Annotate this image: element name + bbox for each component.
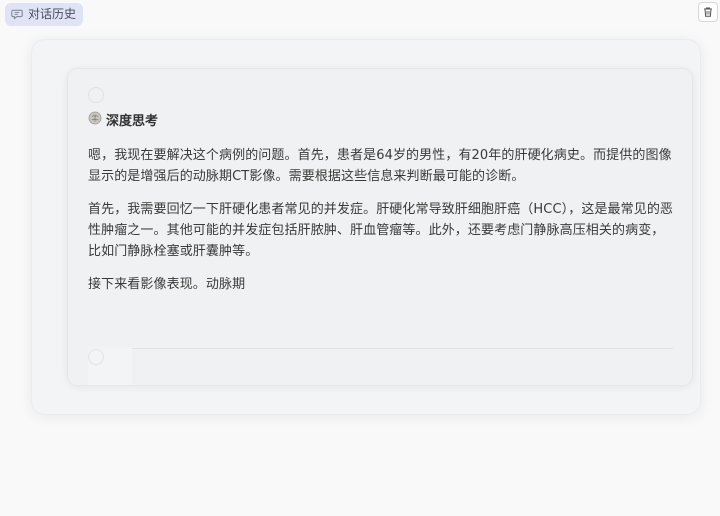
thinking-content: 嗯，我现在要解决这个病例的问题。首先，患者是64岁的男性，有20年的肝硬化病史。…: [88, 145, 674, 307]
thinking-card: 深度思考 嗯，我现在要解决这个病例的问题。首先，患者是64岁的男性，有20年的肝…: [67, 68, 693, 386]
thinking-paragraph: 嗯，我现在要解决这个病例的问题。首先，患者是64岁的男性，有20年的肝硬化病史。…: [88, 148, 672, 184]
placeholder-circle: [88, 87, 104, 103]
chat-history-label: 对话历史: [28, 7, 77, 21]
placeholder-circle: [88, 349, 104, 365]
thinking-title: 深度思考: [106, 114, 159, 129]
thinking-paragraph: 首先，我需要回忆一下肝硬化患者常见的并发症。肝硬化常导致肝细胞肝癌（HCC），这…: [88, 202, 674, 259]
thinking-paragraph: 接下来看影像表现。动脉期: [88, 277, 246, 292]
trash-icon: [702, 3, 714, 22]
chat-history-button[interactable]: 对话历史: [5, 3, 84, 26]
delete-button[interactable]: [698, 2, 718, 22]
brain-icon: [88, 110, 102, 129]
top-bar: 对话历史: [0, 0, 720, 30]
divider: [88, 348, 673, 349]
chat-bubble-icon: [11, 5, 23, 24]
thinking-header[interactable]: 深度思考: [88, 110, 158, 129]
